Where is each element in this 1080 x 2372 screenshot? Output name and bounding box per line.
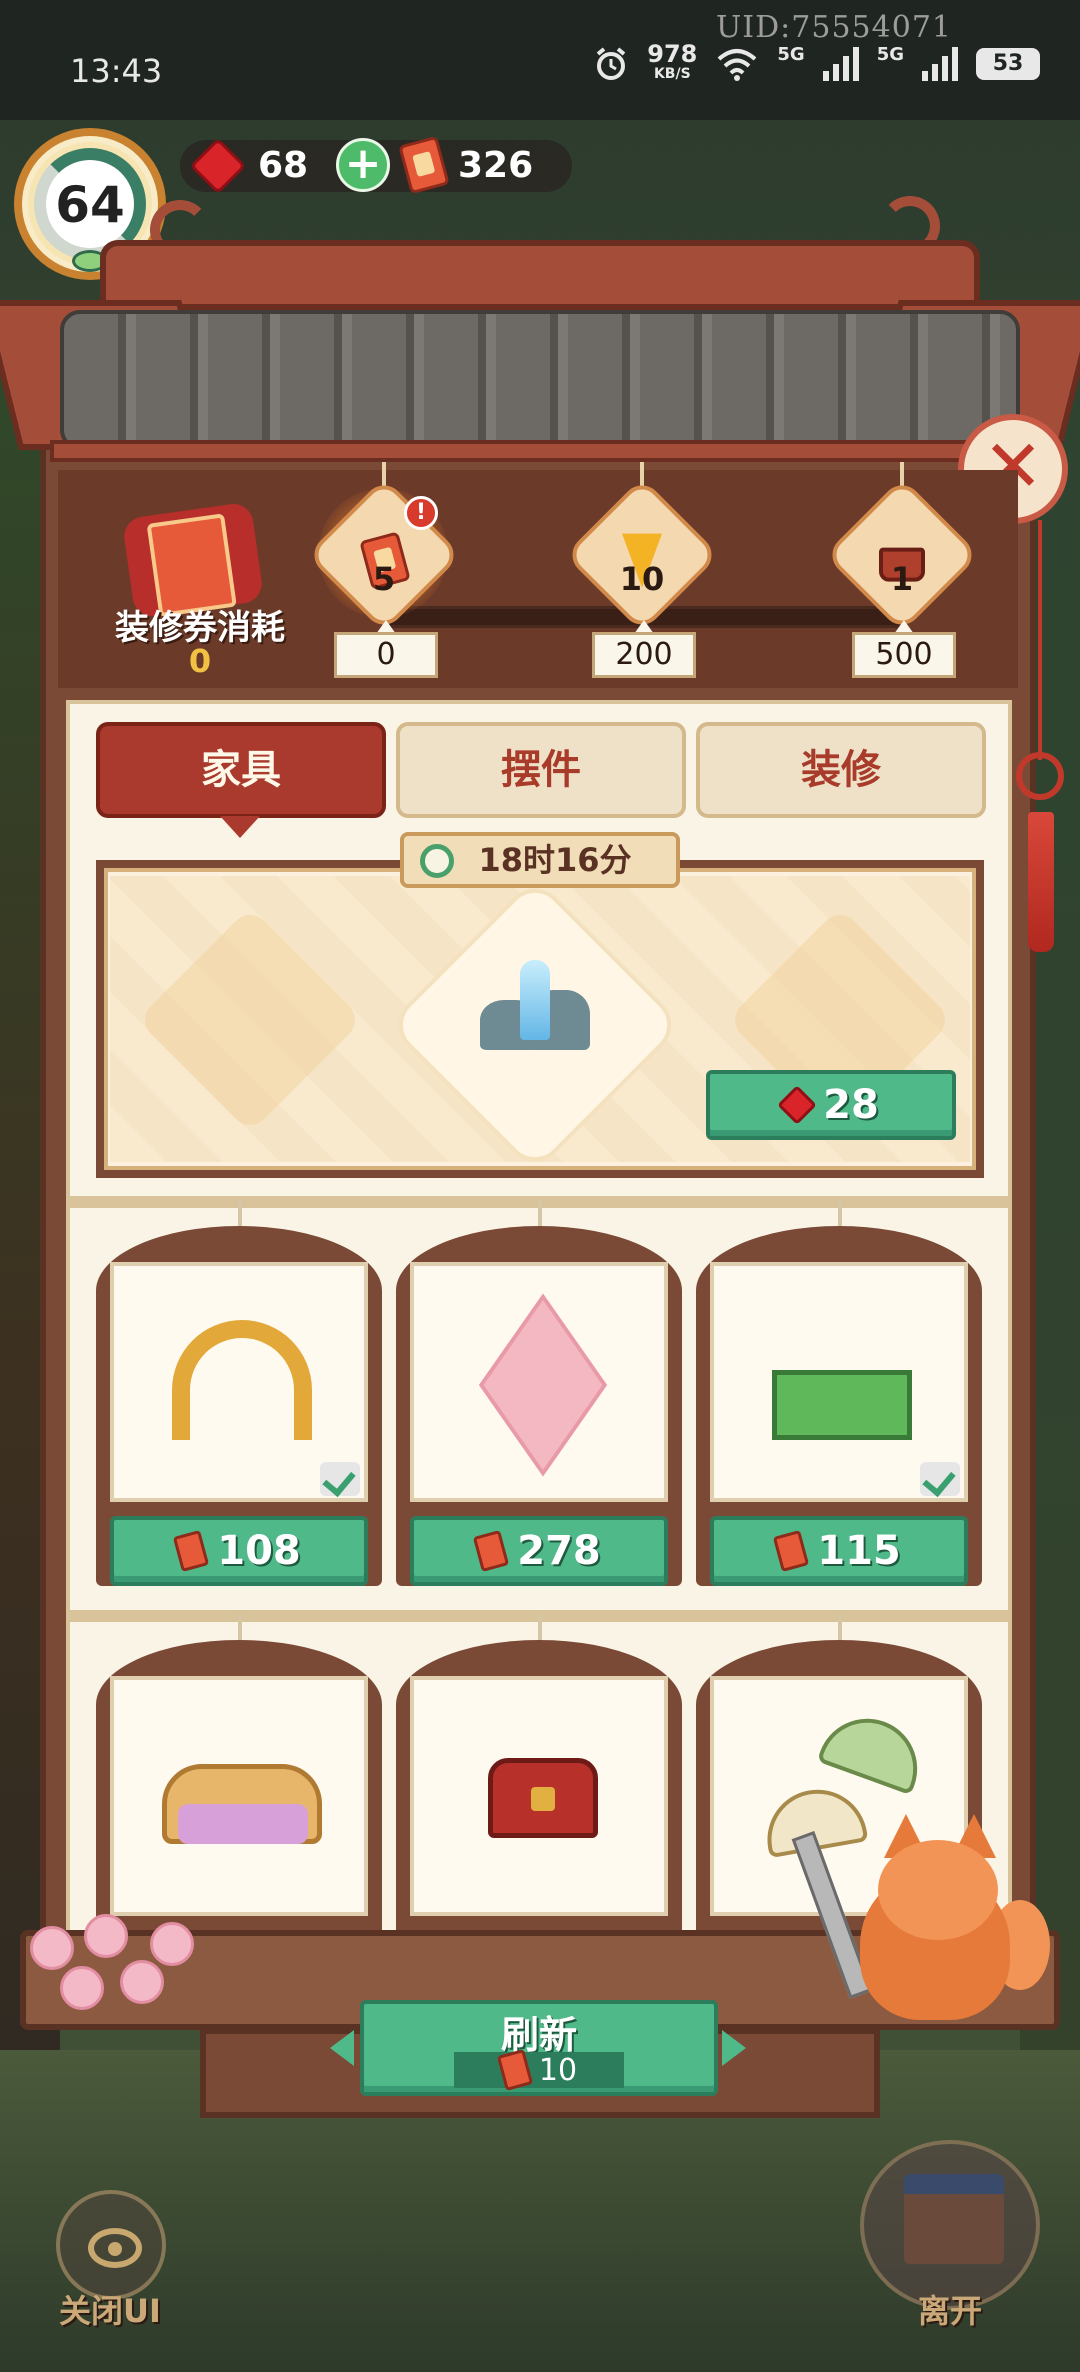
card-hook	[238, 1614, 242, 1642]
buy-button[interactable]: 115	[710, 1516, 968, 1586]
house-icon	[904, 2174, 1004, 2264]
cat-mascot	[791, 1800, 1050, 2020]
blossom-icon	[150, 1922, 194, 1966]
buy-button[interactable]: 278	[410, 1516, 668, 1586]
flower-arch-icon	[172, 1320, 312, 1440]
featured-buy-button[interactable]: 28	[706, 1070, 956, 1140]
item-image-area	[410, 1676, 668, 1916]
status-bar: 13:43 UID:75554071 978 KB/S 5G 5G 53	[0, 0, 1080, 120]
blossom-icon	[60, 1966, 104, 2010]
milestone-1-count: 5	[372, 560, 396, 598]
eye-icon	[88, 2228, 142, 2268]
refresh-arrow-right	[722, 2030, 746, 2066]
card-hook	[238, 1200, 242, 1228]
item-image-area	[410, 1262, 668, 1502]
owned-check-icon	[320, 1462, 360, 1496]
ticket-count: 326	[458, 145, 534, 186]
card-hook	[838, 1614, 842, 1642]
daybed-cushion	[178, 1804, 308, 1844]
tab-ornaments[interactable]: 摆件	[396, 722, 686, 818]
buy-button[interactable]: 108	[110, 1516, 368, 1586]
net-speed: 978 KB/S	[647, 42, 697, 84]
net-speed-unit: KB/S	[653, 66, 691, 82]
tassel-cord	[1038, 520, 1042, 760]
shop-item-card[interactable]: 108	[96, 1226, 382, 1586]
card-hook	[838, 1200, 842, 1228]
hide-ui-label: 关闭UI	[59, 2292, 161, 2330]
add-gems-button[interactable]: +	[336, 138, 390, 192]
item-image-area	[110, 1676, 368, 1916]
status-time: 13:43	[70, 52, 163, 90]
card-hook	[538, 1614, 542, 1642]
roof-tiles	[60, 310, 1020, 450]
ticket-icon	[773, 1529, 810, 1573]
timer-text: 18时16分	[478, 841, 632, 879]
milestone-1-threshold: 0	[334, 632, 438, 678]
card-hook	[538, 1200, 542, 1228]
tab-furniture[interactable]: 家具	[96, 722, 386, 818]
lock-icon	[531, 1787, 555, 1811]
uid-watermark: UID:75554071	[716, 10, 952, 45]
owned-check-icon	[920, 1462, 960, 1496]
featured-price: 28	[823, 1082, 879, 1128]
refresh-label: 刷新	[500, 2013, 577, 2057]
milestone-2-threshold: 200	[592, 632, 696, 678]
green-table-icon	[772, 1370, 912, 1440]
sim1-label: 5G	[777, 44, 805, 65]
item-image-area	[110, 1262, 368, 1502]
voucher-consumption-value: 0	[188, 642, 212, 680]
milestone-3-threshold: 500	[852, 632, 956, 678]
clock-icon	[420, 844, 454, 878]
pink-rug-icon	[478, 1293, 608, 1477]
signal-bars-1	[822, 47, 859, 81]
plus-icon: +	[344, 138, 382, 189]
refresh-arrow-left	[330, 2030, 354, 2066]
hand-fans-icon	[816, 1704, 932, 1796]
refresh-cost: 10	[454, 2048, 624, 2092]
shop-item-card[interactable]: 278	[396, 1226, 682, 1586]
leave-label: 离开	[917, 2292, 982, 2330]
wifi-icon	[718, 49, 757, 81]
battery-indicator: 53	[976, 48, 1040, 80]
tassel	[1028, 812, 1054, 952]
milestone-3-count: 1	[890, 560, 914, 598]
ticket-icon	[473, 1529, 510, 1573]
gem-icon	[777, 1085, 817, 1125]
ticket-icon	[496, 2048, 534, 2092]
shop-item-card[interactable]: 115	[696, 1226, 982, 1586]
chinese-knot-icon	[1016, 752, 1064, 800]
alarm-icon	[596, 47, 626, 80]
red-chest-icon	[488, 1758, 598, 1838]
tab-decoration[interactable]: 装修	[696, 722, 986, 818]
sim2-label: 5G	[876, 44, 904, 65]
ticket-icon	[173, 1529, 210, 1573]
gem-count: 68	[258, 145, 309, 186]
alert-badge: !	[404, 496, 438, 530]
blossom-icon	[84, 1914, 128, 1958]
refresh-cost-value: 10	[538, 2052, 578, 2088]
blossom-icon	[120, 1960, 164, 2004]
roof-ridge	[100, 240, 980, 310]
fountain-icon	[480, 960, 590, 1050]
status-icons: 978 KB/S 5G 5G 53	[593, 42, 1040, 84]
active-tab-indicator	[220, 816, 260, 838]
item-price: 115	[817, 1528, 901, 1574]
leave-button[interactable]	[860, 2140, 1040, 2310]
blossom-icon	[30, 1926, 74, 1970]
player-level: 64	[55, 176, 125, 234]
item-price: 278	[517, 1528, 601, 1574]
signal-bars-2	[922, 47, 958, 81]
item-price: 108	[217, 1528, 301, 1574]
item-image-area	[710, 1262, 968, 1502]
milestone-2-count: 10	[619, 560, 665, 598]
roof-trim	[50, 440, 1030, 462]
hide-ui-button[interactable]	[56, 2190, 166, 2300]
